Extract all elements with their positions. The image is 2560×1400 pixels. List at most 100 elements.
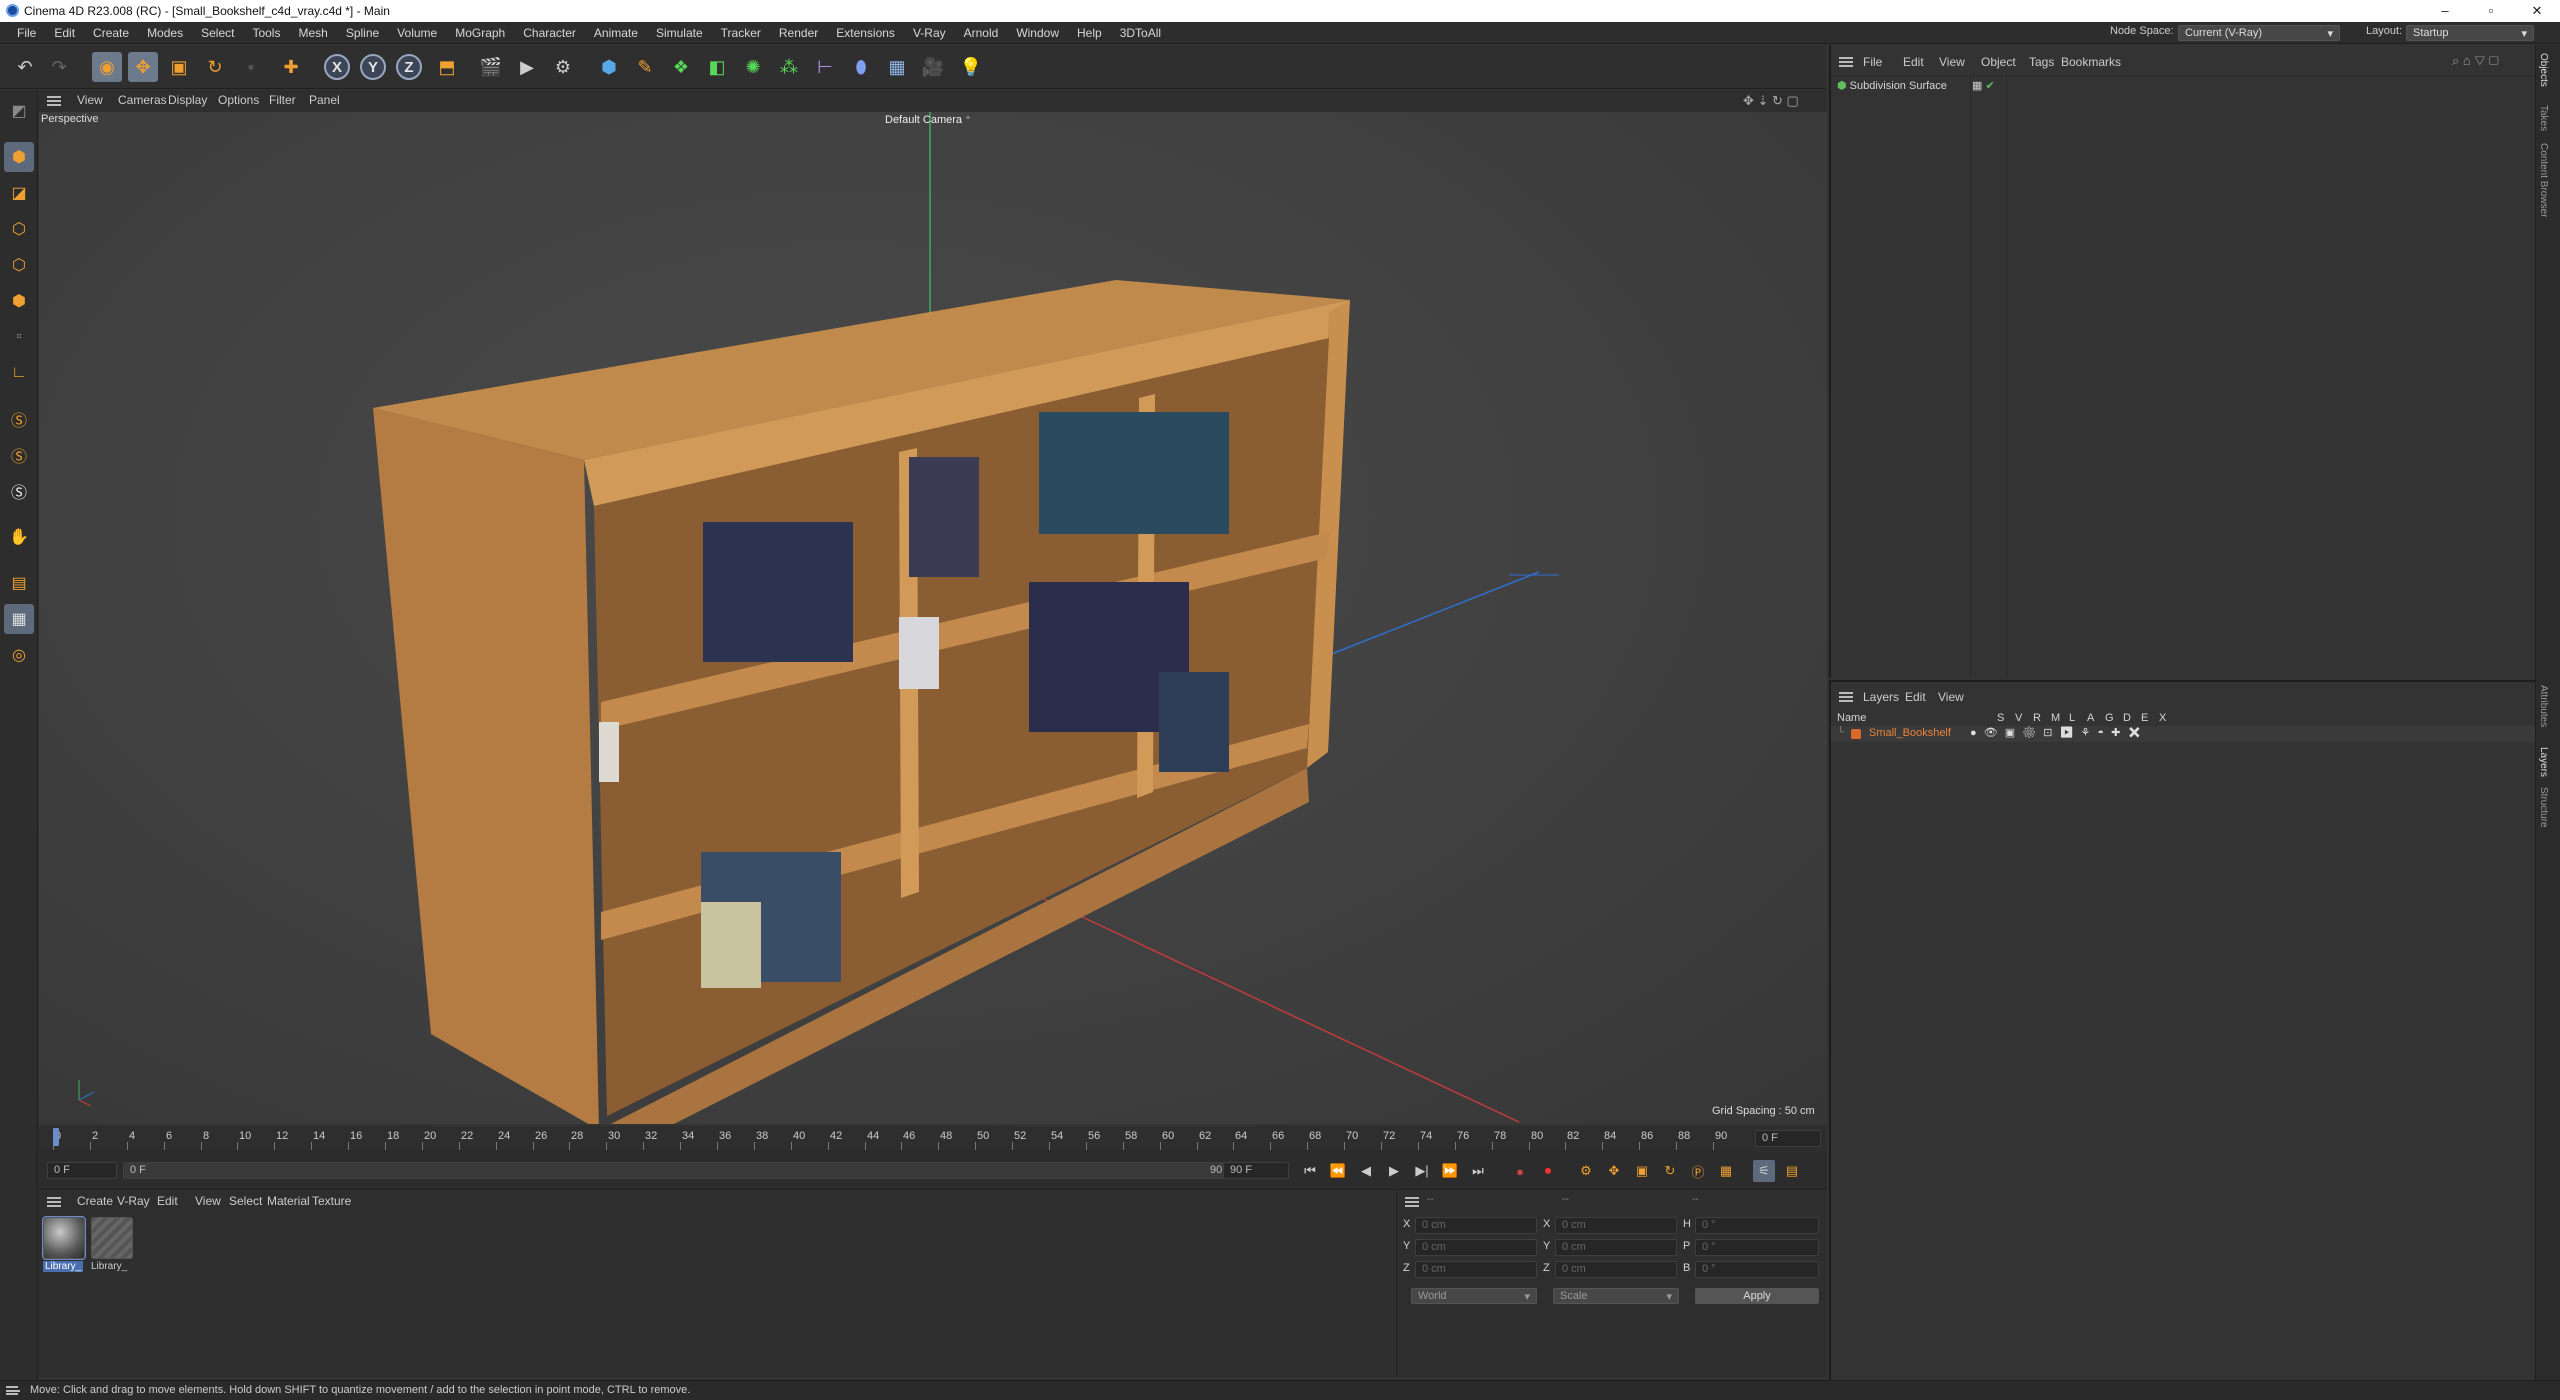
menu-tools[interactable]: Tools bbox=[243, 26, 289, 40]
viewport-menu-cameras[interactable]: Cameras bbox=[118, 93, 167, 107]
material-thumbnail-1[interactable] bbox=[42, 1216, 86, 1260]
object-manager-tools[interactable]: ⌕ ⌂ ▽ ▢ bbox=[2452, 53, 2499, 69]
snap-settings-icon[interactable]: Ⓢ bbox=[4, 440, 34, 470]
menu-help[interactable]: Help bbox=[1068, 26, 1111, 40]
render-region-icon[interactable]: 🎬 bbox=[476, 52, 506, 82]
position-key-icon[interactable]: ✥ bbox=[1603, 1160, 1625, 1182]
y-axis-lock-icon[interactable]: Y bbox=[360, 54, 386, 80]
layer-flag-header[interactable]: V bbox=[2015, 712, 2022, 724]
3d-scene[interactable]: Perspective Default Camera ⁺ Grid Spacin… bbox=[39, 112, 1827, 1124]
next-frame-icon[interactable]: ▶| bbox=[1411, 1160, 1433, 1182]
tweak-mode-icon[interactable]: ✋ bbox=[4, 522, 34, 552]
object-menu-file[interactable]: File bbox=[1863, 55, 1882, 69]
material-menu-create[interactable]: Create bbox=[77, 1194, 113, 1208]
size-field[interactable]: 0 cm bbox=[1555, 1261, 1677, 1278]
size-field[interactable]: 0 cm bbox=[1555, 1217, 1677, 1234]
rotation-field[interactable]: 0 ° bbox=[1695, 1239, 1819, 1256]
viewport-menu-options[interactable]: Options bbox=[218, 93, 259, 107]
light-icon[interactable]: 💡 bbox=[956, 52, 986, 82]
texture-mode-icon[interactable]: ◪ bbox=[4, 178, 34, 208]
redo-icon[interactable]: ↷ bbox=[44, 52, 74, 82]
snap-icon[interactable]: Ⓢ bbox=[4, 404, 34, 434]
material-menu-edit[interactable]: Edit bbox=[157, 1194, 178, 1208]
menu-animate[interactable]: Animate bbox=[585, 26, 647, 40]
previous-frame-icon[interactable]: ◀ bbox=[1355, 1160, 1377, 1182]
object-menu-view[interactable]: View bbox=[1939, 55, 1965, 69]
hamburger-icon[interactable] bbox=[6, 1386, 20, 1395]
cube-primitive-icon[interactable]: ⬢ bbox=[594, 52, 624, 82]
layer-row[interactable]: └ Small_Bookshelf ● 👁 ▣ ⚙ ⊡ ▶ ⚘ ◓ ✚ ✖ bbox=[1831, 726, 2537, 742]
undo-icon[interactable]: ↶ bbox=[10, 52, 40, 82]
hamburger-icon[interactable] bbox=[1839, 692, 1853, 702]
polygons-mode-icon[interactable]: ⬢ bbox=[4, 286, 34, 316]
menu-window[interactable]: Window bbox=[1007, 26, 1068, 40]
node-space-dropdown[interactable]: Current (V-Ray) ▾ bbox=[2178, 25, 2340, 41]
spline-pen-icon[interactable]: ✎ bbox=[630, 52, 660, 82]
material-menu-vray[interactable]: V-Ray bbox=[117, 1194, 150, 1208]
menu-spline[interactable]: Spline bbox=[337, 26, 388, 40]
layer-name[interactable]: Small_Bookshelf bbox=[1869, 727, 1951, 739]
model-mode-icon[interactable]: ⬢ bbox=[4, 142, 34, 172]
start-frame-field[interactable]: 0 F bbox=[47, 1162, 117, 1179]
menu-mograph[interactable]: MoGraph bbox=[446, 26, 514, 40]
x-axis-lock-icon[interactable]: X bbox=[324, 54, 350, 80]
move-tool-icon[interactable]: ✥ bbox=[128, 52, 158, 82]
menu-extensions[interactable]: Extensions bbox=[827, 26, 904, 40]
deformer-icon[interactable]: ⊢ bbox=[810, 52, 840, 82]
play-icon[interactable]: ▶ bbox=[1383, 1160, 1405, 1182]
viewport-menu-view[interactable]: View bbox=[77, 93, 103, 107]
uv-mode-icon[interactable]: ▫ bbox=[4, 322, 34, 352]
material-menu-material[interactable]: Material bbox=[267, 1194, 310, 1208]
layer-flag-header[interactable]: L bbox=[2069, 712, 2075, 724]
axis-mode-icon[interactable]: ∟ bbox=[4, 358, 34, 388]
menu-modes[interactable]: Modes bbox=[138, 26, 192, 40]
points-mode-icon[interactable]: ⬡ bbox=[4, 214, 34, 244]
layer-menu-layers[interactable]: Layers bbox=[1863, 690, 1899, 704]
current-frame-field[interactable]: 0 F bbox=[1755, 1130, 1821, 1147]
viewport-panel[interactable]: View Cameras Display Options Filter Panel ✥ ⇣… bbox=[39, 90, 1827, 1124]
timeline-window-icon[interactable]: ▤ bbox=[1781, 1160, 1803, 1182]
hamburger-icon[interactable] bbox=[47, 96, 61, 106]
position-field[interactable]: 0 cm bbox=[1415, 1239, 1537, 1256]
quantize-icon[interactable]: Ⓢ bbox=[4, 476, 34, 506]
edges-mode-icon[interactable]: ⬡ bbox=[4, 250, 34, 280]
keyframe-selection-icon[interactable]: ⚙ bbox=[1575, 1160, 1597, 1182]
recent-tool-icon[interactable]: ▪ bbox=[236, 52, 266, 82]
solo-icon[interactable]: ◎ bbox=[4, 640, 34, 670]
render-view-icon[interactable]: ▶ bbox=[512, 52, 542, 82]
material-name-2[interactable]: Library_ bbox=[91, 1261, 127, 1272]
coordinate-system-icon[interactable]: ⬒ bbox=[432, 52, 462, 82]
menu-file[interactable]: File bbox=[8, 26, 45, 40]
tab-objects[interactable]: Objects bbox=[2538, 53, 2549, 87]
render-settings-icon[interactable]: ⚙ bbox=[548, 52, 578, 82]
apply-button[interactable]: Apply bbox=[1695, 1288, 1819, 1304]
subdivision-generator-icon[interactable]: ❖ bbox=[666, 52, 696, 82]
layer-menu-edit[interactable]: Edit bbox=[1905, 690, 1926, 704]
menu-volume[interactable]: Volume bbox=[388, 26, 446, 40]
material-name-1[interactable]: Library_ bbox=[43, 1261, 84, 1272]
menu-create[interactable]: Create bbox=[84, 26, 138, 40]
viewport-nav-icons[interactable]: ✥ ⇣ ↻ ▢ bbox=[1743, 93, 1799, 109]
add-tool-icon[interactable]: ✚ bbox=[276, 52, 306, 82]
tab-attributes[interactable]: Attributes bbox=[2538, 685, 2549, 727]
menu-tracker[interactable]: Tracker bbox=[712, 26, 770, 40]
menu-mesh[interactable]: Mesh bbox=[289, 26, 336, 40]
viewport-menu-display[interactable]: Display bbox=[168, 93, 207, 107]
layer-flag-header[interactable]: D bbox=[2123, 712, 2131, 724]
position-field[interactable]: 0 cm bbox=[1415, 1261, 1537, 1278]
menu-select[interactable]: Select bbox=[192, 26, 243, 40]
viewport-menu-panel[interactable]: Panel bbox=[309, 93, 340, 107]
previous-key-icon[interactable]: ⏪ bbox=[1327, 1160, 1349, 1182]
minimize-button[interactable]: – bbox=[2422, 0, 2468, 22]
z-axis-lock-icon[interactable]: Z bbox=[396, 54, 422, 80]
rotate-tool-icon[interactable]: ↻ bbox=[200, 52, 230, 82]
menu-simulate[interactable]: Simulate bbox=[647, 26, 712, 40]
playhead[interactable] bbox=[53, 1128, 59, 1146]
timeline-ruler[interactable]: 0246810121416182022242628303234363840424… bbox=[39, 1126, 1827, 1150]
hamburger-icon[interactable] bbox=[1839, 57, 1853, 67]
field-icon[interactable]: ⬮ bbox=[846, 52, 876, 82]
material-menu-select[interactable]: Select bbox=[229, 1194, 262, 1208]
scale-tool-icon[interactable]: ▣ bbox=[164, 52, 194, 82]
hamburger-icon[interactable] bbox=[1405, 1197, 1419, 1207]
layer-flag-header[interactable]: R bbox=[2033, 712, 2041, 724]
